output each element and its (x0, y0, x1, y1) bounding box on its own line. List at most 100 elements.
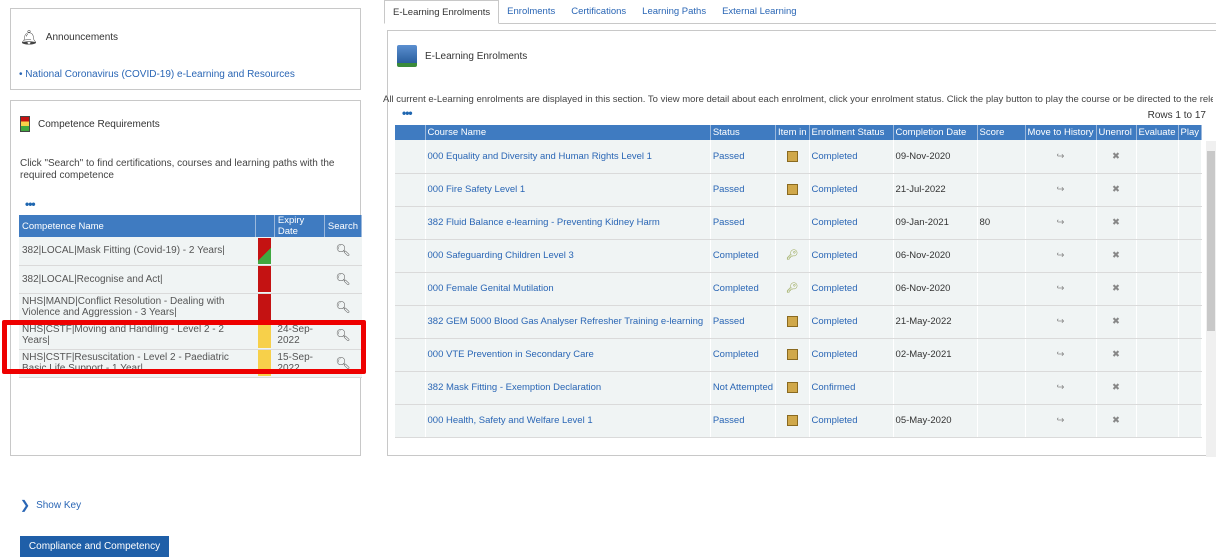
announcement-item[interactable]: • National Coronavirus (COVID-19) e-Lear… (19, 69, 295, 80)
status-link[interactable]: Passed (713, 316, 745, 327)
unenrol-icon[interactable]: ✖ (1096, 338, 1137, 372)
search-icon[interactable]: 🔍︎ (324, 265, 362, 294)
enrolments-table: Course Name Status Item in Enrolment Sta… (395, 125, 1203, 438)
course-name-link[interactable]: 000 Safeguarding Children Level 3 (428, 250, 574, 261)
rows-count: Rows 1 to 17 (1147, 110, 1206, 121)
course-name-link[interactable]: 000 Equality and Diversity and Human Rig… (428, 151, 652, 162)
enrolments-description: All current e-Learning enrolments are di… (383, 94, 1213, 105)
competence-header: Competence Requirements (11, 101, 360, 132)
tab-certifications[interactable]: Certifications (563, 0, 634, 24)
enrolment-status-link[interactable]: Completed (812, 283, 858, 294)
course-name-link[interactable]: 382 GEM 5000 Blood Gas Analyser Refreshe… (428, 316, 704, 327)
col-completion-date[interactable]: Completion Date (893, 125, 978, 140)
enrolment-status-link[interactable]: Completed (812, 316, 858, 327)
enrolment-status-link[interactable]: Completed (812, 217, 858, 228)
expiry-date (274, 237, 325, 266)
status-flag (258, 266, 272, 292)
table-row: 000 Equality and Diversity and Human Rig… (395, 140, 1203, 174)
unenrol-icon[interactable]: ✖ (1096, 272, 1137, 306)
unenrol-icon[interactable]: ✖ (1096, 206, 1137, 240)
col-status[interactable]: Status (710, 125, 777, 140)
unenrol-icon[interactable]: ✖ (1096, 173, 1137, 207)
course-name-link[interactable]: 000 Fire Safety Level 1 (428, 184, 526, 195)
move-to-history-icon[interactable]: ↪ (1025, 272, 1097, 306)
col-item-in: Item in (775, 125, 810, 140)
show-key-toggle[interactable]: ❯ Show Key (20, 498, 81, 512)
vertical-scrollbar[interactable] (1206, 141, 1216, 457)
announcement-link[interactable]: National Coronavirus (COVID-19) e-Learni… (25, 69, 295, 80)
status-link[interactable]: Not Attempted (713, 382, 773, 393)
col-enrolment-status[interactable]: Enrolment Status (809, 125, 894, 140)
tab-e-learning-enrolments[interactable]: E-Learning Enrolments (384, 0, 500, 24)
status-link[interactable]: Completed (713, 250, 759, 261)
tab-enrolments[interactable]: Enrolments (499, 0, 563, 24)
scrollbar-thumb[interactable] (1207, 151, 1215, 331)
enrolment-status-link[interactable]: Confirmed (812, 382, 856, 393)
course-name-link[interactable]: 382 Fluid Balance e-learning - Preventin… (428, 217, 660, 228)
enrolment-status-link[interactable]: Completed (812, 151, 858, 162)
tab-external-learning[interactable]: External Learning (714, 0, 804, 24)
completion-date: 21-May-2022 (893, 305, 978, 339)
unenrol-icon[interactable]: ✖ (1096, 239, 1137, 273)
enrolments-title: E-Learning Enrolments (425, 50, 528, 62)
competence-name: 382|LOCAL|Recognise and Act| (19, 265, 256, 294)
tab-learning-paths[interactable]: Learning Paths (634, 0, 714, 24)
search-icon[interactable]: 🔍︎ (324, 237, 362, 266)
competence-name: NHS|MAND|Conflict Resolution - Dealing w… (19, 293, 256, 322)
status-link[interactable]: Passed (713, 415, 745, 426)
course-name-link[interactable]: 000 Health, Safety and Welfare Level 1 (428, 415, 593, 426)
move-to-history-icon[interactable]: ↪ (1025, 239, 1097, 273)
move-to-history-icon[interactable]: ↪ (1025, 371, 1097, 405)
more-options-icon[interactable]: ••• (25, 197, 36, 211)
status-link[interactable]: Passed (713, 217, 745, 228)
completion-date: 21-Jul-2022 (893, 173, 978, 207)
move-to-history-icon[interactable]: ↪ (1025, 404, 1097, 438)
table-row: 382 Fluid Balance e-learning - Preventin… (395, 206, 1203, 240)
enrolment-status-link[interactable]: Completed (812, 184, 858, 195)
status-link[interactable]: Completed (713, 283, 759, 294)
enrolments-header: E-Learning Enrolments (388, 31, 1216, 67)
unenrol-icon[interactable]: ✖ (1096, 404, 1137, 438)
enrolment-status-link[interactable]: Completed (812, 349, 858, 360)
course-name-link[interactable]: 000 VTE Prevention in Secondary Care (428, 349, 594, 360)
search-icon[interactable]: 🔍︎ (324, 293, 362, 322)
status-flag (258, 294, 272, 320)
unenrol-icon[interactable]: ✖ (1096, 371, 1137, 405)
col-competence-name[interactable]: Competence Name (19, 215, 256, 237)
announcements-header: 🔔︎ Announcements (11, 9, 360, 46)
move-to-history-icon[interactable]: ↪ (1025, 140, 1097, 174)
enrolment-status-link[interactable]: Completed (812, 415, 858, 426)
move-to-history-icon[interactable]: ↪ (1025, 173, 1097, 207)
move-to-history-icon[interactable]: ↪ (1025, 338, 1097, 372)
status-link[interactable]: Passed (713, 184, 745, 195)
completion-date: 09-Jan-2021 (893, 206, 978, 240)
course-name-link[interactable]: 000 Female Genital Mutilation (428, 283, 554, 294)
score (977, 140, 1026, 174)
move-to-history-icon[interactable]: ↪ (1025, 206, 1097, 240)
unenrol-icon[interactable]: ✖ (1096, 305, 1137, 339)
learning-path-icon: 🔑︎ (785, 282, 799, 294)
competence-name: 382|LOCAL|Mask Fitting (Covid-19) - 2 Ye… (19, 237, 256, 266)
enrolment-status-link[interactable]: Completed (812, 250, 858, 261)
show-key-label: Show Key (36, 499, 82, 511)
table-row: 000 Safeguarding Children Level 3 Complet… (395, 239, 1203, 273)
table-row: 382 Mask Fitting - Exemption Declaration… (395, 371, 1203, 405)
course-name-link[interactable]: 382 Mask Fitting - Exemption Declaration (428, 382, 602, 393)
completion-date (893, 371, 978, 405)
enrolments-panel: E-Learning Enrolments All current e-Lear… (383, 30, 1216, 457)
col-course-name[interactable]: Course Name (425, 125, 711, 140)
move-to-history-icon[interactable]: ↪ (1025, 305, 1097, 339)
more-options-icon[interactable]: ••• (402, 106, 413, 120)
competence-title: Competence Requirements (38, 118, 160, 130)
unenrol-icon[interactable]: ✖ (1096, 140, 1137, 174)
status-link[interactable]: Completed (713, 349, 759, 360)
table-row: 382|LOCAL|Mask Fitting (Covid-19) - 2 Ye… (19, 237, 362, 266)
col-score[interactable]: Score (977, 125, 1026, 140)
score (977, 272, 1026, 306)
col-expiry-date[interactable]: Expiry Date (274, 215, 325, 237)
col-search: Search (324, 215, 363, 237)
course-item-icon (786, 381, 798, 393)
completion-date: 09-Nov-2020 (893, 140, 978, 174)
compliance-and-competency-button[interactable]: Compliance and Competency (20, 536, 169, 557)
status-link[interactable]: Passed (713, 151, 745, 162)
